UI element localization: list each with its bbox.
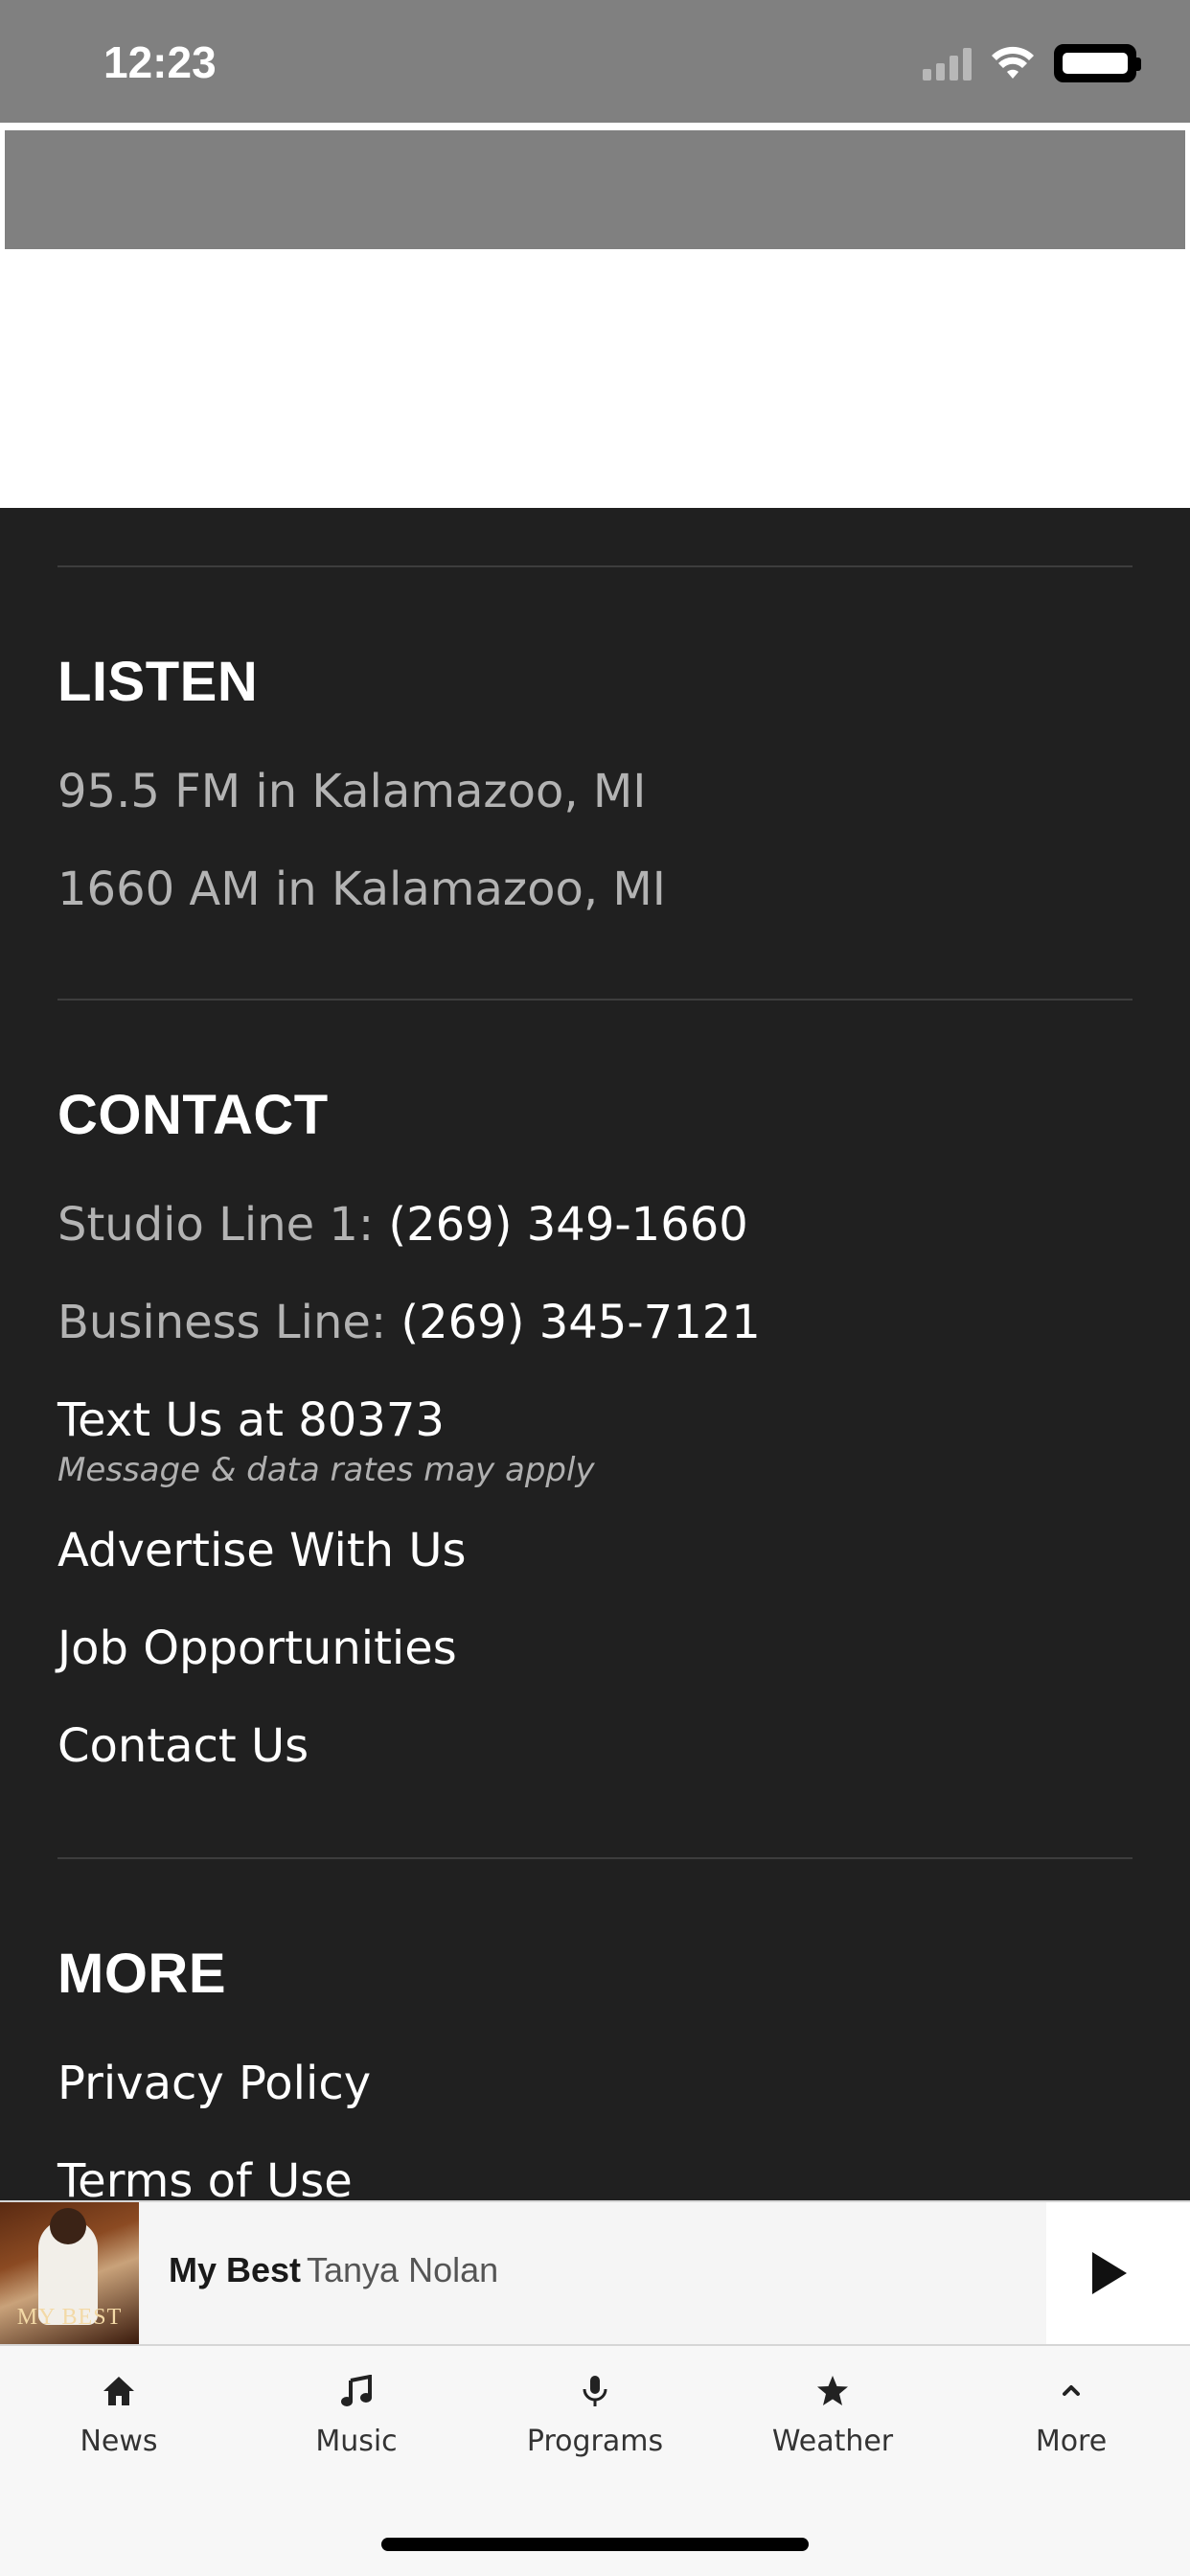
tab-news[interactable]: News <box>0 2375 238 2458</box>
tab-more-label: More <box>1035 2425 1108 2458</box>
privacy-policy-link[interactable]: Privacy Policy <box>57 2057 371 2110</box>
star-icon <box>817 2376 848 2405</box>
status-bar: 12:23 <box>0 0 1190 126</box>
tab-weather-label: Weather <box>771 2425 894 2458</box>
divider <box>57 1857 1133 1859</box>
divider <box>57 565 1133 567</box>
status-icons <box>923 40 1141 86</box>
studio-line: Studio Line 1: (269) 349-1660 <box>57 1198 748 1252</box>
music-note-icon <box>341 2375 372 2406</box>
tab-music[interactable]: Music <box>238 2375 475 2458</box>
play-icon <box>1092 2252 1127 2294</box>
home-icon <box>103 2377 134 2405</box>
studio-line-label: Studio Line 1: <box>57 1198 389 1252</box>
divider <box>57 999 1133 1000</box>
business-line-label: Business Line: <box>57 1296 401 1349</box>
tab-news-label: News <box>80 2425 158 2458</box>
tab-programs-label: Programs <box>526 2425 664 2458</box>
listen-heading: LISTEN <box>57 651 259 713</box>
jobs-link[interactable]: Job Opportunities <box>57 1622 457 1675</box>
track-artist: Tanya Nolan <box>307 2250 499 2289</box>
text-us-link[interactable]: Text Us at 80373 <box>57 1393 445 1447</box>
battery-icon <box>1054 44 1141 82</box>
play-button[interactable] <box>1046 2202 1190 2344</box>
advertise-link[interactable]: Advertise With Us <box>57 1524 466 1577</box>
ad-banner-placeholder <box>3 128 1187 251</box>
more-heading: MORE <box>57 1943 226 2005</box>
wifi-icon <box>992 46 1034 79</box>
tab-weather[interactable]: Weather <box>714 2375 951 2458</box>
listen-fm-link[interactable]: 95.5 FM in Kalamazoo, MI <box>57 765 646 818</box>
chevron-up-icon <box>1063 2385 1080 2396</box>
cellular-signal-icon <box>923 46 972 80</box>
tab-more[interactable]: More <box>952 2375 1190 2458</box>
home-indicator[interactable] <box>381 2538 809 2551</box>
listen-am-link[interactable]: 1660 AM in Kalamazoo, MI <box>57 862 666 916</box>
contact-us-link[interactable]: Contact Us <box>57 1719 309 1773</box>
business-line: Business Line: (269) 345-7121 <box>57 1296 761 1349</box>
content-spacer <box>0 251 1190 508</box>
tab-programs[interactable]: Programs <box>476 2375 714 2458</box>
album-art[interactable]: MY BEST <box>0 2202 139 2344</box>
site-footer: LISTEN 95.5 FM in Kalamazoo, MI 1660 AM … <box>0 508 1190 2204</box>
terms-of-use-link[interactable]: Terms of Use <box>57 2154 353 2204</box>
mini-player[interactable]: MY BEST My Best Tanya Nolan <box>0 2200 1190 2346</box>
contact-heading: CONTACT <box>57 1084 329 1146</box>
business-phone-link[interactable]: (269) 345-7121 <box>400 1296 760 1349</box>
studio-phone-link[interactable]: (269) 349-1660 <box>388 1198 747 1252</box>
tab-music-label: Music <box>315 2425 398 2458</box>
album-art-text: MY BEST <box>16 2305 123 2330</box>
text-us-disclaimer: Message & data rates may apply <box>57 1451 595 1489</box>
microphone-icon <box>583 2376 607 2406</box>
status-time: 12:23 <box>103 37 217 87</box>
track-title: My Best <box>169 2250 302 2289</box>
